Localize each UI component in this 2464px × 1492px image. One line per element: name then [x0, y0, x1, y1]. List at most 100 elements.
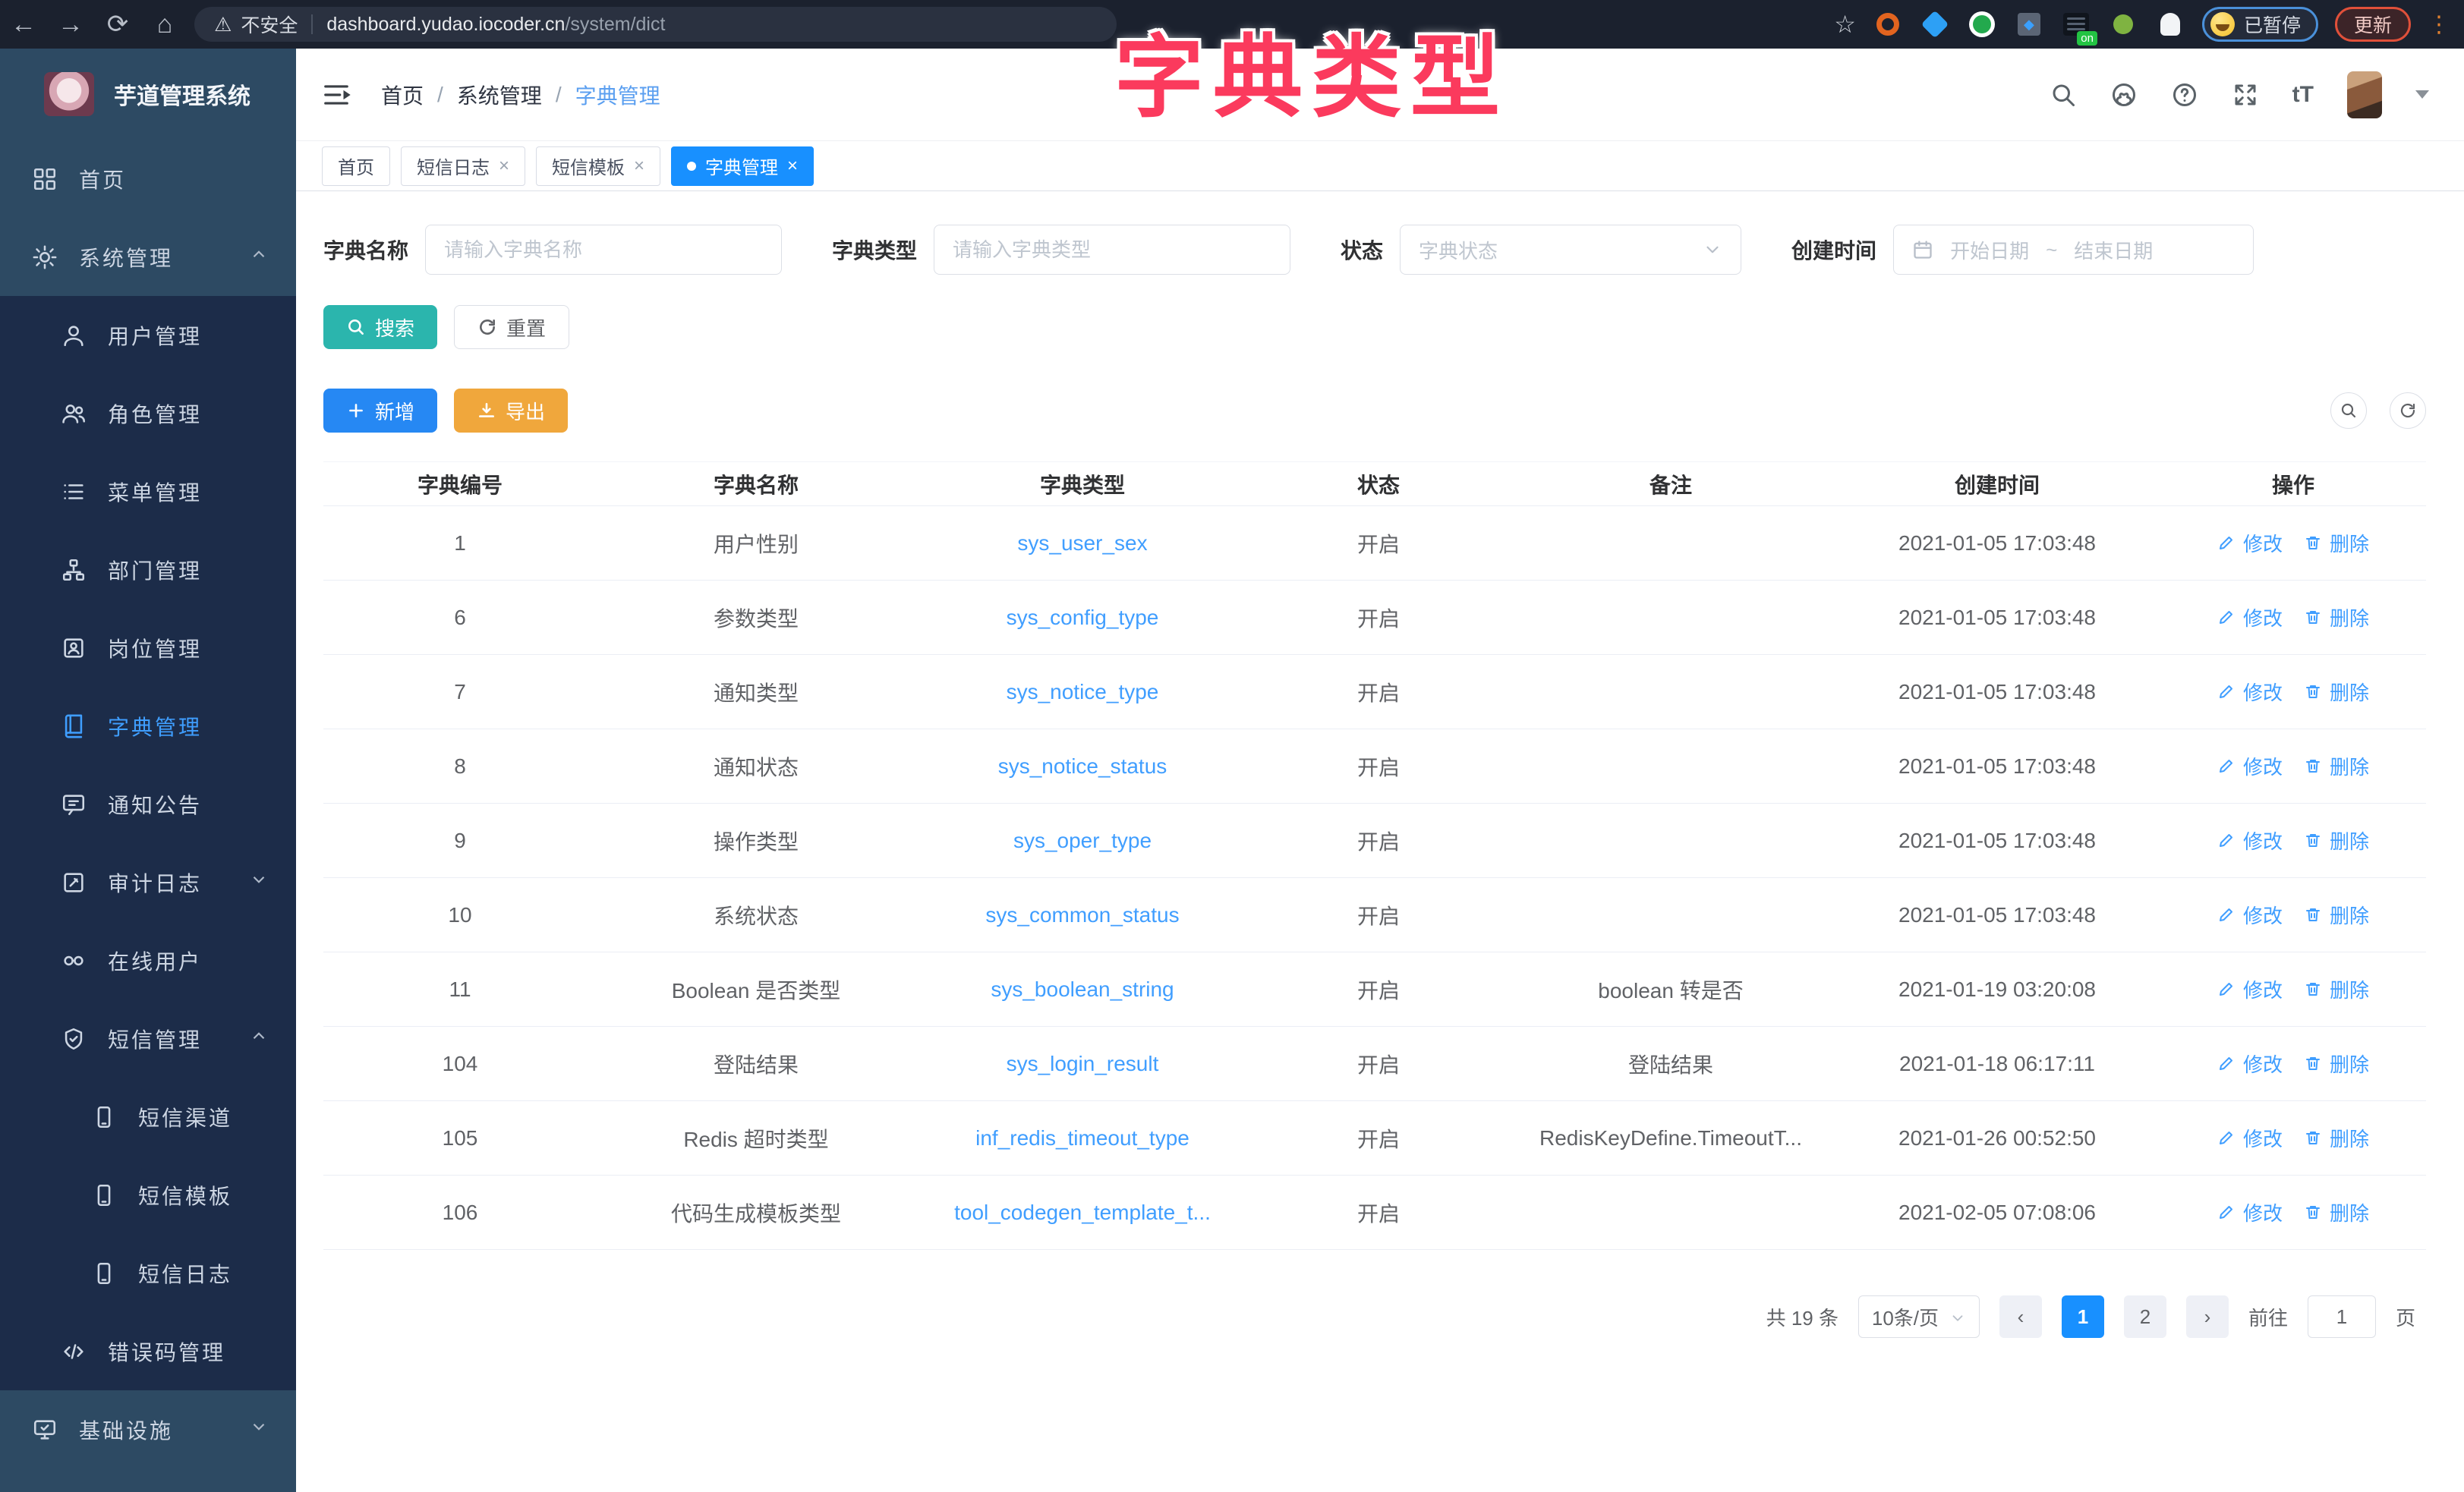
- breadcrumb-system[interactable]: 系统管理: [457, 80, 542, 110]
- delete-action[interactable]: 删除: [2304, 901, 2369, 929]
- bookmark-star-icon[interactable]: ☆: [1834, 10, 1856, 39]
- search-button[interactable]: 搜索: [323, 305, 437, 349]
- tab-dict-management[interactable]: 字典管理 ×: [671, 146, 814, 186]
- sidebar-item-online-users[interactable]: 在线用户: [0, 921, 296, 999]
- edit-action[interactable]: 修改: [2217, 603, 2283, 631]
- dict-type-input[interactable]: [934, 225, 1290, 275]
- page-button-1[interactable]: 1: [2062, 1295, 2104, 1338]
- browser-forward-icon[interactable]: →: [47, 10, 94, 39]
- github-icon[interactable]: [2110, 81, 2138, 109]
- next-page-button[interactable]: ›: [2186, 1295, 2229, 1338]
- sidebar-item-dict-management[interactable]: 字典管理: [0, 687, 296, 765]
- extension-icon-2[interactable]: [1920, 9, 1950, 39]
- browser-reload-icon[interactable]: ⟳: [94, 9, 141, 39]
- sidebar-item-menu-management[interactable]: 菜单管理: [0, 452, 296, 530]
- edit-action[interactable]: 修改: [2217, 1124, 2283, 1152]
- export-button[interactable]: 导出: [454, 389, 568, 433]
- page-size-select[interactable]: 10条/页: [1858, 1295, 1980, 1338]
- delete-action[interactable]: 删除: [2304, 752, 2369, 780]
- date-range-picker[interactable]: 开始日期 ~ 结束日期: [1893, 225, 2254, 275]
- status-select[interactable]: 字典状态: [1400, 225, 1741, 275]
- sidebar-item-system-management[interactable]: 系统管理: [0, 218, 296, 296]
- help-icon[interactable]: [2171, 81, 2198, 109]
- sidebar-item-sms-template[interactable]: 短信模板: [0, 1156, 296, 1234]
- sidebar-item-user-management[interactable]: 用户管理: [0, 296, 296, 374]
- toggle-search-button[interactable]: [2330, 392, 2367, 429]
- app-title: 芋道管理系统: [114, 77, 250, 111]
- extension-icon-6[interactable]: [2108, 9, 2138, 39]
- sidebar-item-audit-log[interactable]: 审计日志: [0, 843, 296, 921]
- edit-action[interactable]: 修改: [2217, 678, 2283, 706]
- profile-paused-pill[interactable]: 已暂停: [2202, 7, 2318, 42]
- chevron-down-icon: [249, 870, 269, 895]
- delete-action[interactable]: 删除: [2304, 975, 2369, 1003]
- extension-icon-5[interactable]: on: [2061, 9, 2091, 39]
- edit-action[interactable]: 修改: [2217, 1050, 2283, 1078]
- close-icon[interactable]: ×: [499, 156, 509, 177]
- tab-sms-log[interactable]: 短信日志 ×: [401, 146, 525, 186]
- extension-icon-3[interactable]: [1967, 9, 1997, 39]
- goto-page-input[interactable]: [2308, 1295, 2376, 1338]
- delete-action[interactable]: 删除: [2304, 1050, 2369, 1078]
- sidebar-item-notice[interactable]: 通知公告: [0, 765, 296, 843]
- dict-type-link[interactable]: inf_redis_timeout_type: [975, 1126, 1189, 1150]
- edit-action[interactable]: 修改: [2217, 901, 2283, 929]
- extension-on-badge: on: [2077, 31, 2097, 46]
- delete-action[interactable]: 删除: [2304, 1124, 2369, 1152]
- dict-type-link[interactable]: sys_oper_type: [1013, 829, 1152, 852]
- dict-type-link[interactable]: sys_user_sex: [1017, 531, 1147, 555]
- browser-home-icon[interactable]: ⌂: [141, 10, 188, 39]
- edit-action[interactable]: 修改: [2217, 752, 2283, 780]
- sidebar-item-home[interactable]: 首页: [0, 140, 296, 218]
- delete-action[interactable]: 删除: [2304, 678, 2369, 706]
- reset-button[interactable]: 重置: [454, 305, 569, 349]
- refresh-table-button[interactable]: [2390, 392, 2426, 429]
- prev-page-button[interactable]: ‹: [1999, 1295, 2042, 1338]
- dict-type-link[interactable]: sys_boolean_string: [991, 977, 1174, 1001]
- tab-home[interactable]: 首页: [322, 146, 390, 186]
- dict-type-link[interactable]: sys_notice_type: [1007, 680, 1159, 704]
- sidebar-item-role-management[interactable]: 角色管理: [0, 374, 296, 452]
- edit-action[interactable]: 修改: [2217, 1198, 2283, 1226]
- dict-type-link[interactable]: sys_notice_status: [998, 754, 1167, 778]
- browser-back-icon[interactable]: ←: [0, 10, 47, 39]
- search-icon[interactable]: [2050, 81, 2077, 109]
- address-bar[interactable]: ⚠ 不安全 dashboard.yudao.iocoder.cn/system/…: [194, 7, 1117, 42]
- dict-type-link[interactable]: sys_login_result: [1007, 1052, 1159, 1075]
- sidebar-item-sms-channel[interactable]: 短信渠道: [0, 1078, 296, 1156]
- dict-name-input[interactable]: [425, 225, 782, 275]
- hamburger-menu-icon[interactable]: [322, 80, 351, 109]
- app-logo-row[interactable]: 芋道管理系统: [0, 49, 296, 140]
- user-avatar[interactable]: [2347, 71, 2382, 118]
- browser-update-button[interactable]: 更新: [2335, 7, 2411, 42]
- dict-type-link[interactable]: sys_config_type: [1007, 606, 1159, 629]
- fullscreen-icon[interactable]: [2232, 81, 2259, 109]
- dict-type-link[interactable]: tool_codegen_template_t...: [954, 1201, 1211, 1224]
- close-icon[interactable]: ×: [787, 156, 798, 177]
- sidebar-item-post-management[interactable]: 岗位管理: [0, 609, 296, 687]
- extension-icon-7[interactable]: [2155, 9, 2185, 39]
- sidebar-item-error-code[interactable]: 错误码管理: [0, 1312, 296, 1390]
- tab-sms-template[interactable]: 短信模板 ×: [536, 146, 660, 186]
- sidebar-item-sms-log[interactable]: 短信日志: [0, 1234, 296, 1312]
- font-size-icon[interactable]: tT: [2292, 82, 2314, 108]
- delete-action[interactable]: 删除: [2304, 529, 2369, 557]
- extension-icon-1[interactable]: [1873, 9, 1903, 39]
- extension-icon-4[interactable]: ◆: [2014, 9, 2044, 39]
- breadcrumb-home[interactable]: 首页: [381, 80, 424, 110]
- add-button[interactable]: 新增: [323, 389, 437, 433]
- edit-action[interactable]: 修改: [2217, 826, 2283, 855]
- dict-type-link[interactable]: sys_common_status: [985, 903, 1179, 927]
- sidebar-item-department-management[interactable]: 部门管理: [0, 530, 296, 609]
- sidebar-item-sms-management[interactable]: 短信管理: [0, 999, 296, 1078]
- page-button-2[interactable]: 2: [2124, 1295, 2166, 1338]
- delete-action[interactable]: 删除: [2304, 826, 2369, 855]
- delete-action[interactable]: 删除: [2304, 1198, 2369, 1226]
- edit-action[interactable]: 修改: [2217, 975, 2283, 1003]
- sidebar-item-infrastructure[interactable]: 基础设施: [0, 1390, 296, 1468]
- edit-action[interactable]: 修改: [2217, 529, 2283, 557]
- delete-action[interactable]: 删除: [2304, 603, 2369, 631]
- browser-menu-icon[interactable]: ⋮: [2428, 11, 2450, 38]
- avatar-caret-down-icon[interactable]: [2415, 90, 2429, 99]
- close-icon[interactable]: ×: [634, 156, 644, 177]
